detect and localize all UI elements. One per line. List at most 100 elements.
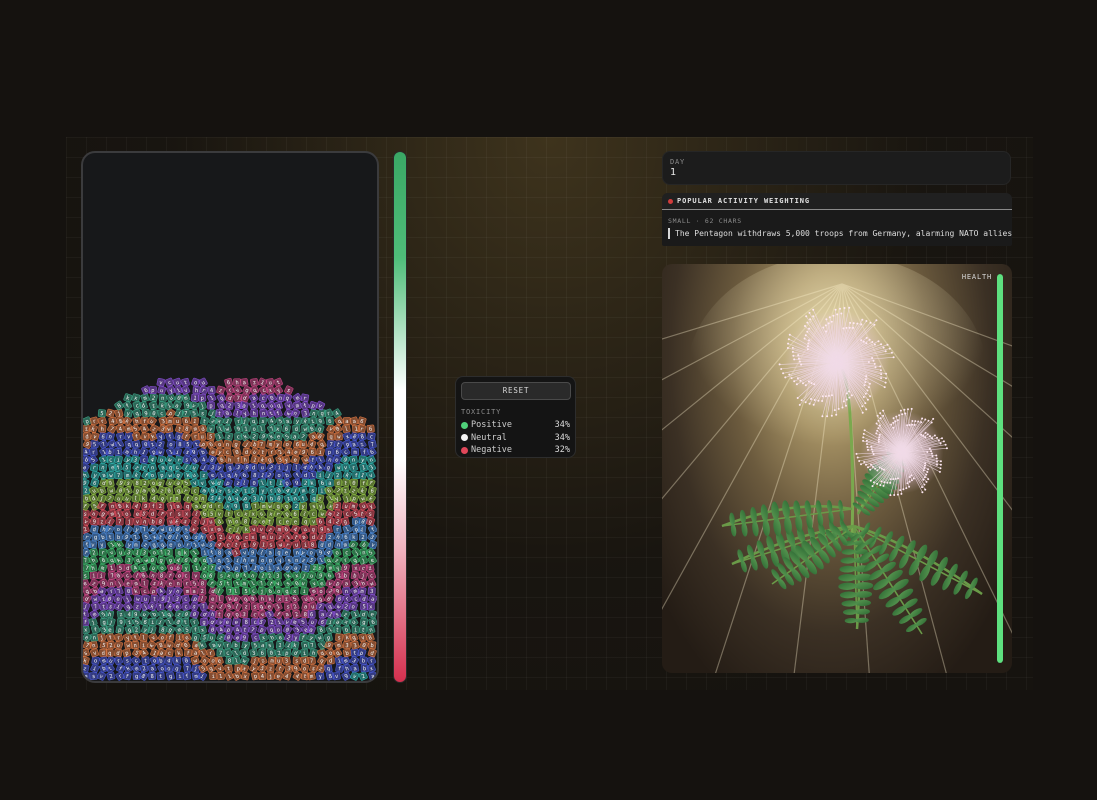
svg-text:s: s: [253, 604, 257, 610]
letter-particle: u: [141, 594, 150, 603]
letter-particle: r: [273, 509, 283, 518]
letter-particle: u: [250, 447, 260, 457]
letter-particle: 8: [308, 540, 317, 549]
letter-particle: 5: [122, 463, 132, 472]
letter-particle: t: [240, 625, 250, 634]
letter-particle: p: [148, 386, 157, 394]
letter-particle: 4: [164, 656, 174, 665]
svg-text:p: p: [200, 396, 204, 402]
letter-particle: r: [182, 578, 192, 588]
letter-particle: t: [265, 517, 275, 526]
letter-particle: g: [155, 478, 165, 488]
letter-particle: f: [234, 455, 243, 464]
letter-particle: 9: [141, 501, 150, 511]
letter-particle: f: [97, 501, 107, 511]
letter-particle: 9: [258, 431, 269, 442]
letter-particle: w: [165, 470, 175, 479]
letter-particle: m: [325, 509, 335, 519]
letter-particle: 0: [349, 478, 358, 487]
letter-particle: b: [342, 648, 352, 658]
letter-particle: 7: [114, 471, 123, 479]
toxicity-positive: Positive 34%: [461, 419, 570, 432]
letter-particle: u: [88, 485, 99, 496]
svg-text:3: 3: [370, 589, 374, 595]
letter-particle: x: [273, 563, 283, 573]
letter-particle: p: [232, 563, 242, 573]
letter-particle: 0: [181, 656, 191, 665]
letter-particle: 5: [88, 454, 98, 465]
letter-particle: 2: [359, 532, 367, 541]
letter-particle: u: [206, 517, 215, 526]
letter-particle: 3: [349, 655, 360, 666]
svg-text:q: q: [312, 496, 315, 502]
letter-particle: k: [349, 533, 358, 541]
letter-particle: 2: [149, 393, 158, 403]
letter-particle: h: [241, 455, 250, 464]
letter-particle: z: [258, 655, 268, 666]
svg-text:n: n: [110, 581, 114, 587]
letter-particle: y: [258, 486, 267, 495]
letter-particle: m: [351, 448, 359, 456]
letter-particle: 6: [265, 586, 275, 596]
letter-particle: b: [173, 563, 183, 573]
letter-particle: o: [215, 439, 224, 449]
letter-particle: c: [165, 648, 174, 657]
letter-particle: q: [173, 470, 184, 480]
letter-particle: 8: [215, 548, 224, 556]
letter-particle: 8: [241, 517, 250, 526]
letter-particle: o: [147, 470, 157, 480]
letter-particle: t: [215, 610, 224, 618]
letter-particle: f: [191, 625, 200, 634]
letter-particle: y: [97, 540, 107, 549]
svg-text:8: 8: [218, 550, 221, 556]
letter-particle: a: [189, 586, 199, 595]
svg-text:2: 2: [143, 481, 146, 487]
svg-text:j: j: [127, 519, 131, 525]
letter-particle: f: [182, 671, 192, 681]
letter-particle: 1: [107, 563, 116, 572]
letter-particle: c: [157, 408, 166, 417]
letter-particle: t: [266, 478, 275, 487]
letter-particle: x: [198, 625, 207, 634]
letter-particle: e: [182, 632, 192, 643]
letter-particle: z: [275, 532, 285, 542]
letter-particle: d: [359, 594, 369, 603]
letter-particle: 0: [223, 632, 234, 643]
letter-particle: f: [300, 400, 310, 411]
letter-particle: v: [315, 400, 326, 411]
letter-particle: q: [315, 424, 325, 434]
letter-particle: j: [83, 601, 91, 611]
letter-particle: 0: [148, 555, 157, 565]
letter-particle: v: [299, 579, 308, 588]
letter-particle: b: [267, 494, 276, 503]
letter-particle: 0: [274, 494, 284, 503]
letter-particle: 9: [291, 663, 301, 673]
letter-particle: s: [224, 486, 234, 495]
letter-particle: f: [165, 633, 175, 642]
letter-particle: g: [216, 393, 227, 403]
letter-particle: o: [332, 547, 342, 557]
letter-particle: 5: [183, 440, 192, 448]
letter-particle: 9: [248, 548, 257, 557]
letter-particle: q: [309, 524, 318, 533]
letter-particle: r: [174, 455, 184, 464]
letter-particle: y: [293, 416, 302, 425]
letter-particle: u: [267, 532, 276, 541]
svg-text:9: 9: [134, 612, 138, 618]
letter-particle: 1: [216, 671, 225, 680]
letter-particle: q: [132, 408, 142, 418]
letter-particle: n: [290, 493, 300, 503]
letter-particle: 2: [267, 617, 276, 626]
svg-text:o: o: [117, 527, 120, 533]
svg-text:g: g: [202, 620, 205, 626]
letter-particle: 7: [241, 563, 251, 573]
letter-particle: s: [323, 524, 333, 534]
letter-particle: k: [131, 586, 141, 596]
letter-particle: a: [325, 478, 334, 487]
letter-particles: e s v 2 r f g 8 8 t g i f m i i 1 i b x p 4 j e 4 4 t m y 8 v 9 v 2 az i b t f…: [83, 377, 377, 681]
svg-text:g: g: [135, 674, 138, 680]
letter-particle: s: [284, 602, 292, 610]
reset-button[interactable]: RESET: [461, 382, 571, 400]
svg-text:d: d: [209, 504, 212, 510]
letter-particle: i: [301, 540, 310, 549]
